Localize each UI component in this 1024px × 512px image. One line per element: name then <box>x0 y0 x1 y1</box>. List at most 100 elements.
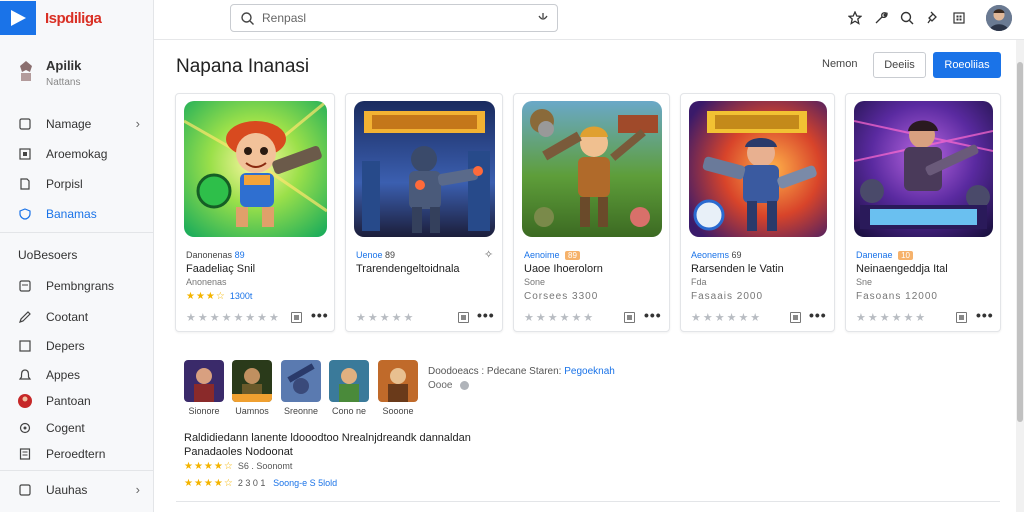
more-options-icon[interactable]: ••• <box>477 307 495 323</box>
app-thumbnail[interactable] <box>232 360 272 402</box>
logo[interactable]: Ispdiliga <box>0 0 154 36</box>
pencil-icon <box>18 310 32 324</box>
sidebar-item-pantoan[interactable]: Pantoan <box>0 389 154 413</box>
app-card[interactable]: Uenoe 89 ✧ Trarendengeltoidnala ★★★★★ ••… <box>345 93 503 332</box>
sidebar-section-title: UoBesoers <box>18 248 78 262</box>
share-icon[interactable]: ✧ <box>484 248 493 261</box>
card-meta: Aenoime 89 <box>524 250 580 260</box>
app-artwork <box>354 101 495 237</box>
sidebar-item-peroedtern[interactable]: Peroedtern <box>0 442 154 466</box>
section-divider <box>176 501 1000 502</box>
app-artwork <box>184 101 327 237</box>
thumbnail-label: Sooone <box>382 406 414 416</box>
sidebar-item-porpisl[interactable]: Porpisl <box>0 172 154 196</box>
card-publisher: Anonenas <box>186 277 227 287</box>
sidebar-item-appes[interactable]: Appes <box>0 363 154 387</box>
section-description: Raldidiedann lanente ldooodtoo Nrealnjdr… <box>184 432 471 444</box>
scrollbar[interactable] <box>1016 40 1024 512</box>
section-sub: Oooe <box>428 380 470 391</box>
sidebar-item-label: Uauhas <box>46 483 88 497</box>
rating-stars[interactable]: ★★★★★★ <box>856 311 927 324</box>
sidebar-item-banamas[interactable]: Banamas <box>0 202 154 226</box>
search-icon[interactable] <box>896 5 918 31</box>
card-publisher: Sne <box>856 277 873 287</box>
more-options-icon[interactable]: ••• <box>311 307 329 323</box>
page-icon <box>18 177 32 191</box>
info-icon[interactable] <box>460 381 470 390</box>
card-price: Corsees 3300 <box>524 291 599 302</box>
account-name: Apilik <box>46 58 82 73</box>
account-icon <box>20 61 32 81</box>
pin-icon[interactable] <box>922 5 944 31</box>
save-icon[interactable] <box>624 312 635 323</box>
tablet-icon <box>18 117 32 131</box>
primary-action-button[interactable]: Roeoliias <box>933 52 1001 78</box>
tablet-icon <box>18 279 32 293</box>
save-icon[interactable] <box>956 312 967 323</box>
app-thumbnail[interactable] <box>329 360 369 402</box>
sidebar-item-aroemokag[interactable]: Aroemokag <box>0 142 154 166</box>
search-input[interactable] <box>262 11 512 25</box>
rating-stars[interactable]: ★★★★★ <box>356 311 415 324</box>
rating-stars[interactable]: ★★★★★★★★ <box>186 311 281 324</box>
sidebar-divider <box>0 470 154 471</box>
grid-icon[interactable] <box>948 5 970 31</box>
sidebar-item-cootant[interactable]: Cootant <box>0 305 154 329</box>
square-icon <box>18 339 32 353</box>
save-icon[interactable] <box>790 312 801 323</box>
star-icon[interactable] <box>844 5 866 31</box>
section-rating-row: ★★★★☆ S6 . Soonomt <box>184 461 293 472</box>
section-rating-row: ★★★★☆ 2 3 0 1 Soong-e S 5lold <box>184 478 338 489</box>
rating-stars[interactable]: ★★★★★★ <box>691 311 762 324</box>
more-options-icon[interactable]: ••• <box>809 307 827 323</box>
more-options-icon[interactable]: ••• <box>976 307 994 323</box>
user-avatar[interactable] <box>986 5 1012 31</box>
section-meta-link[interactable]: Pegoeknah <box>564 366 615 377</box>
app-card[interactable]: Aenoime 89 Uaoe Ihoerolorn Sone Corsees … <box>513 93 670 332</box>
sidebar-item-label: Cootant <box>46 310 89 324</box>
sidebar-item-pembngrans[interactable]: Pembngrans <box>0 274 154 298</box>
tablet-icon <box>18 483 32 497</box>
search-icon <box>241 11 254 25</box>
app-thumbnail[interactable] <box>281 360 321 402</box>
card-title: Faadeliaç Snil <box>186 263 256 275</box>
section-subtitle: Panadaoles Nodoonat <box>184 446 293 458</box>
account-block[interactable]: Apilik Nattans <box>16 58 81 88</box>
play-logo-icon <box>0 1 36 35</box>
app-thumbnail[interactable] <box>184 360 224 402</box>
section-rating-link[interactable]: Soong-e S 5lold <box>273 478 337 488</box>
sidebar-item-cogent[interactable]: Cogent <box>0 416 154 440</box>
card-meta: Danenae 10 <box>856 250 913 260</box>
sidebar-item-label: Depers <box>46 339 85 353</box>
voice-search-icon[interactable] <box>537 12 549 24</box>
sidebar-item-label: Banamas <box>46 207 97 221</box>
sidebar-item-namage[interactable]: Namage › <box>0 112 154 136</box>
sidebar-item-label: Pantoan <box>46 394 91 408</box>
more-options-icon[interactable]: ••• <box>644 307 662 323</box>
shield-icon <box>18 207 32 221</box>
thumbnail-label: Sionore <box>188 406 220 416</box>
card-title: Neinaengeddja Ital <box>856 263 948 275</box>
details-button[interactable]: Deeiis <box>873 52 926 78</box>
wrench-icon[interactable] <box>870 5 892 31</box>
header-link[interactable]: Nemon <box>822 58 857 70</box>
save-icon[interactable] <box>458 312 469 323</box>
scrollbar-thumb[interactable] <box>1017 62 1023 422</box>
logo-text: Ispdiliga <box>45 9 102 27</box>
search-box[interactable] <box>230 4 558 32</box>
sidebar-item-label: Appes <box>46 368 81 382</box>
topbar <box>154 0 1024 40</box>
app-card[interactable]: Danenae 10 Neinaengeddja Ital Sne Fasoan… <box>845 93 1001 332</box>
sidebar-item-label: Peroedtern <box>46 447 106 461</box>
thumbnail-label: Sreonne <box>283 406 319 416</box>
app-card[interactable]: Danonenas 89 Faadeliaç Snil Anonenas ★★★… <box>175 93 335 332</box>
app-artwork <box>854 101 993 237</box>
sidebar-item-uauhas[interactable]: Uauhas › <box>0 478 154 502</box>
app-card[interactable]: Aeonems 69 Rarsenden le Vatin Fda Fasaai… <box>680 93 835 332</box>
card-meta: Uenoe 89 <box>356 250 396 260</box>
app-thumbnail[interactable] <box>378 360 418 402</box>
sidebar-item-depers[interactable]: Depers <box>0 334 154 358</box>
sidebar-item-label: Aroemokag <box>46 147 108 161</box>
rating-stars[interactable]: ★★★★★★ <box>524 311 595 324</box>
save-icon[interactable] <box>291 312 302 323</box>
